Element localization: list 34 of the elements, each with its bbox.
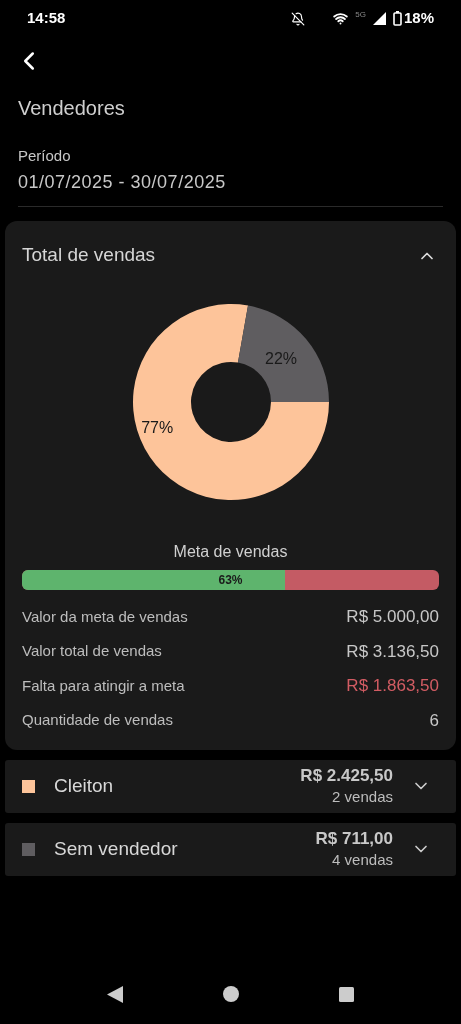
- page-title: Vendedores: [18, 96, 126, 121]
- row-label: Valor da meta de vendas: [22, 606, 188, 627]
- status-time: 14:58: [27, 8, 66, 29]
- seller-row[interactable]: Cleiton R$ 2.425,50 2 vendas: [5, 759, 456, 813]
- back-nav-icon[interactable]: [107, 985, 123, 1003]
- row-label: Quantidade de vendas: [22, 710, 173, 730]
- seller-name: Cleiton: [54, 773, 115, 798]
- period-value: 01/07/2025 - 30/07/2025: [18, 170, 227, 194]
- row-value: R$ 3.136,50: [346, 640, 439, 663]
- row-value: R$ 5.000,00: [346, 606, 439, 628]
- slice-label: 22%: [265, 349, 298, 370]
- wifi-icon: [333, 11, 349, 26]
- row-value: R$ 1.863,50: [346, 675, 439, 697]
- seller-total: R$ 711,00: [315, 828, 393, 850]
- home-nav-icon[interactable]: [223, 986, 239, 1002]
- recents-nav-icon[interactable]: [339, 986, 354, 1002]
- row-value: 6: [429, 709, 439, 732]
- signal-icon: [372, 12, 386, 25]
- network-label: 5G: [355, 8, 366, 21]
- row-label: Falta para atingir a meta: [22, 675, 185, 696]
- seller-row[interactable]: Sem vendedor R$ 711,00 4 vendas: [5, 822, 456, 876]
- seller-sales-count: 4 vendas: [332, 850, 393, 870]
- card-title: Total de vendas: [22, 243, 156, 268]
- goal-title: Meta de vendas: [172, 541, 289, 562]
- seller-total: R$ 2.425,50: [300, 765, 393, 787]
- progress-label: 63%: [217, 571, 244, 589]
- seller-sales-count: 2 vendas: [332, 787, 393, 807]
- slice-label: 77%: [141, 418, 174, 439]
- battery-icon: [392, 11, 402, 26]
- row-label: Valor total de vendas: [22, 641, 162, 661]
- seller-name: Sem vendedor: [54, 836, 179, 861]
- battery-level: 18%: [403, 8, 434, 29]
- bell-off-icon: [291, 11, 306, 26]
- period-label: Período: [18, 146, 72, 166]
